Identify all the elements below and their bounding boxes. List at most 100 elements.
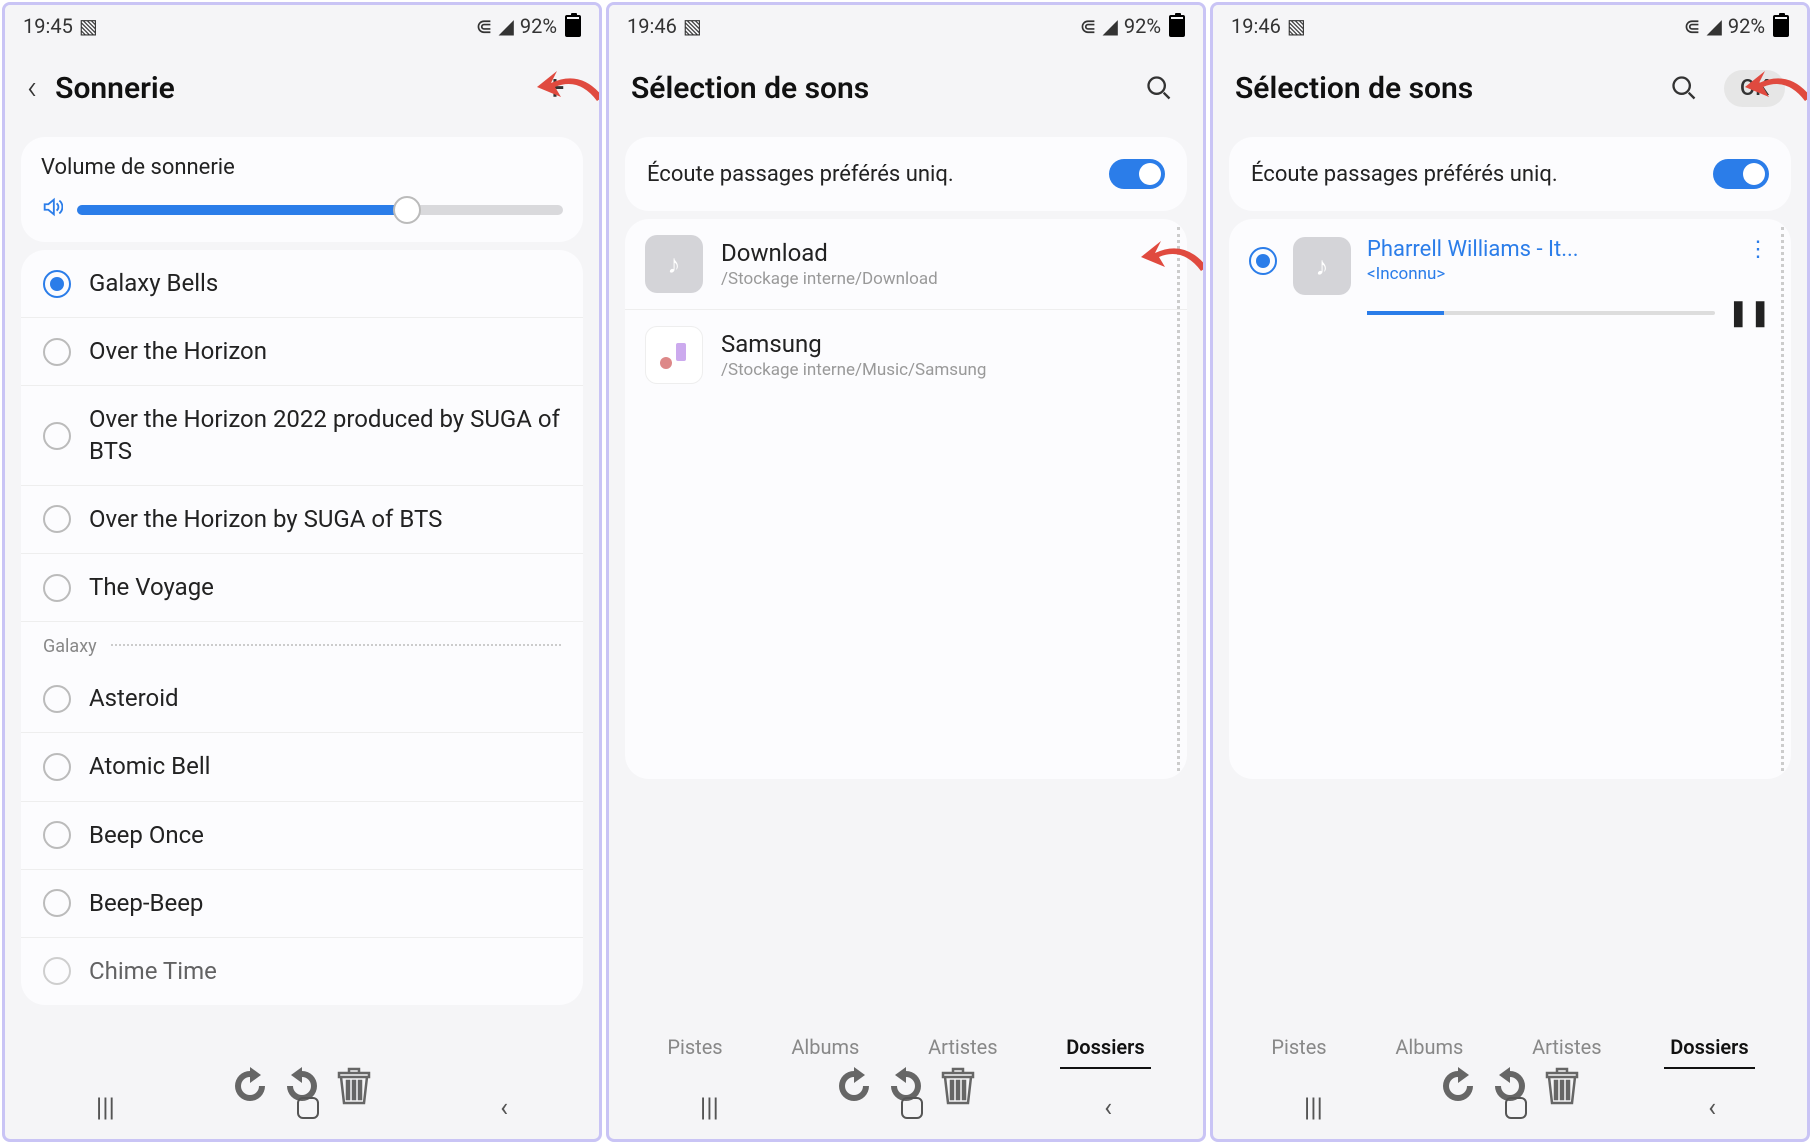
radio-icon[interactable] — [1249, 247, 1277, 275]
ringtone-item[interactable]: Chime Time — [21, 938, 583, 1005]
folder-list: ♪ Download /Stockage interne/Download Sa… — [625, 219, 1187, 779]
toggle-card: Écoute passages préférés uniq. — [1229, 137, 1791, 211]
system-nav: ||| ‹ — [1213, 1077, 1807, 1139]
music-icon: ♪ — [1293, 237, 1351, 295]
track-item[interactable]: ♪ Pharrell Williams - It... <Inconnu> ⋮ … — [1229, 219, 1791, 346]
notification-icon: ▧ — [79, 14, 98, 38]
header: Sélection de sons OK — [1213, 47, 1807, 129]
system-nav: ||| ‹ — [5, 1077, 599, 1139]
tab-dossiers[interactable]: Dossiers — [1664, 1027, 1754, 1069]
highlights-toggle[interactable] — [1109, 159, 1165, 189]
tutorial-arrow-icon — [1741, 57, 1810, 127]
back-nav-button[interactable]: ‹ — [1708, 1093, 1716, 1123]
radio-icon[interactable] — [43, 270, 71, 298]
recents-button[interactable]: ||| — [1304, 1093, 1323, 1123]
ringtone-item[interactable]: Beep-Beep — [21, 870, 583, 938]
ringtone-item[interactable]: Over the Horizon by SUGA of BTS — [21, 486, 583, 554]
notification-icon: ▧ — [1287, 14, 1306, 38]
status-time: 19:46 — [627, 14, 677, 38]
radio-icon[interactable] — [43, 505, 71, 533]
signal-icon: ◢ — [1102, 14, 1117, 38]
scrollbar[interactable] — [1177, 227, 1181, 771]
recents-button[interactable]: ||| — [700, 1093, 719, 1123]
track-list: ♪ Pharrell Williams - It... <Inconnu> ⋮ … — [1229, 219, 1791, 779]
track-artist: <Inconnu> — [1367, 264, 1579, 284]
status-bar: 19:46 ▧ ⋐ ◢ 92% — [609, 5, 1203, 47]
home-button[interactable] — [1505, 1097, 1527, 1119]
radio-icon[interactable] — [43, 753, 71, 781]
radio-icon[interactable] — [43, 685, 71, 713]
toggle-label: Écoute passages préférés uniq. — [647, 162, 954, 187]
page-title: Sonnerie — [55, 71, 515, 106]
header: Sélection de sons — [609, 47, 1203, 129]
radio-icon[interactable] — [43, 821, 71, 849]
header: ‹ Sonnerie + — [5, 47, 599, 129]
search-button[interactable] — [1662, 66, 1706, 110]
section-header: Galaxy — [21, 622, 583, 665]
phone-screen-1: 19:45 ▧ ⋐ ◢ 92% ‹ Sonnerie + Volume de s… — [2, 2, 602, 1142]
more-button[interactable]: ⋮ — [1747, 237, 1771, 262]
back-nav-button[interactable]: ‹ — [1104, 1093, 1112, 1123]
radio-icon[interactable] — [43, 422, 71, 450]
tutorial-arrow-icon — [1137, 227, 1206, 297]
ringtone-item[interactable]: The Voyage — [21, 554, 583, 622]
album-art-icon — [645, 326, 703, 384]
home-button[interactable] — [901, 1097, 923, 1119]
ringtone-item[interactable]: Over the Horizon — [21, 318, 583, 386]
pause-button[interactable]: ❚❚ — [1727, 298, 1771, 328]
sound-icon — [41, 196, 63, 224]
status-time: 19:46 — [1231, 14, 1281, 38]
battery-percent: 92% — [520, 14, 557, 38]
wifi-icon: ⋐ — [476, 14, 493, 38]
battery-icon — [1773, 15, 1789, 37]
back-nav-button[interactable]: ‹ — [500, 1093, 508, 1123]
recents-button[interactable]: ||| — [96, 1093, 115, 1123]
tab-pistes[interactable]: Pistes — [1265, 1027, 1332, 1069]
ringtone-item[interactable]: Over the Horizon 2022 produced by SUGA o… — [21, 386, 583, 485]
folder-item-samsung[interactable]: Samsung /Stockage interne/Music/Samsung — [625, 310, 1187, 400]
battery-percent: 92% — [1124, 14, 1161, 38]
folder-item-download[interactable]: ♪ Download /Stockage interne/Download — [625, 219, 1187, 310]
volume-card: Volume de sonnerie — [21, 137, 583, 242]
search-button[interactable] — [1137, 66, 1181, 110]
ringtone-item[interactable]: Asteroid — [21, 665, 583, 733]
battery-icon — [565, 15, 581, 37]
status-bar: 19:45 ▧ ⋐ ◢ 92% — [5, 5, 599, 47]
radio-icon[interactable] — [43, 889, 71, 917]
radio-icon[interactable] — [43, 338, 71, 366]
volume-label: Volume de sonnerie — [41, 155, 563, 180]
ringtone-item[interactable]: Galaxy Bells — [21, 250, 583, 318]
phone-screen-3: 19:46 ▧ ⋐ ◢ 92% Sélection de sons OK Éco… — [1210, 2, 1810, 1142]
tab-dossiers[interactable]: Dossiers — [1060, 1027, 1150, 1069]
toggle-card: Écoute passages préférés uniq. — [625, 137, 1187, 211]
page-title: Sélection de sons — [1235, 71, 1644, 106]
wifi-icon: ⋐ — [1080, 14, 1097, 38]
signal-icon: ◢ — [1706, 14, 1721, 38]
playback-progress[interactable] — [1367, 311, 1715, 315]
ringtone-item[interactable]: Atomic Bell — [21, 733, 583, 801]
radio-icon[interactable] — [43, 957, 71, 985]
back-button[interactable]: ‹ — [27, 68, 37, 108]
battery-percent: 92% — [1728, 14, 1765, 38]
highlights-toggle[interactable] — [1713, 159, 1769, 189]
phone-screen-2: 19:46 ▧ ⋐ ◢ 92% Sélection de sons Écoute… — [606, 2, 1206, 1142]
volume-slider[interactable] — [77, 205, 563, 215]
page-title: Sélection de sons — [631, 71, 1119, 106]
status-time: 19:45 — [23, 14, 73, 38]
notification-icon: ▧ — [683, 14, 702, 38]
track-title: Pharrell Williams - It... — [1367, 237, 1579, 262]
system-nav: ||| ‹ — [609, 1077, 1203, 1139]
tab-pistes[interactable]: Pistes — [661, 1027, 728, 1069]
toggle-label: Écoute passages préférés uniq. — [1251, 162, 1558, 187]
wifi-icon: ⋐ — [1684, 14, 1701, 38]
scrollbar[interactable] — [1781, 227, 1785, 771]
music-folder-icon: ♪ — [645, 235, 703, 293]
tutorial-arrow-icon — [533, 57, 602, 127]
radio-icon[interactable] — [43, 574, 71, 602]
ringtone-list: Galaxy Bells Over the Horizon Over the H… — [21, 250, 583, 1005]
ringtone-item[interactable]: Beep Once — [21, 802, 583, 870]
battery-icon — [1169, 15, 1185, 37]
home-button[interactable] — [297, 1097, 319, 1119]
signal-icon: ◢ — [498, 14, 513, 38]
status-bar: 19:46 ▧ ⋐ ◢ 92% — [1213, 5, 1807, 47]
